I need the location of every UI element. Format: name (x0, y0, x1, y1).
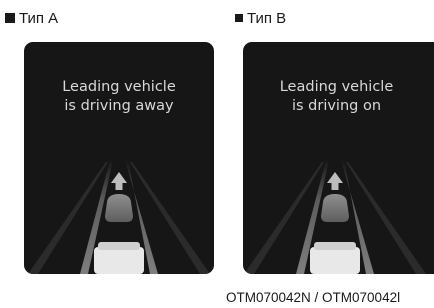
type-a-text: Тип A (19, 9, 59, 27)
square-bullet-icon (235, 14, 243, 22)
arrow-up-icon (327, 172, 343, 190)
lead-vehicle-icon (105, 194, 133, 222)
road-lanes-icon (244, 160, 426, 274)
type-b-text: Тип B (247, 9, 287, 27)
cluster-display-type-a: Leading vehicle is driving away (24, 42, 214, 274)
road-lanes-icon (28, 160, 210, 274)
ego-vehicle-icon (310, 247, 360, 274)
square-bullet-icon (5, 13, 15, 23)
arrow-up-icon (111, 172, 127, 190)
cluster-display-type-b: Leading vehicle is driving on (243, 42, 434, 274)
ego-vehicle-icon (94, 247, 144, 274)
type-a-label: Тип A (5, 9, 58, 27)
type-b-label: Тип B (235, 9, 286, 27)
lead-vehicle-icon (321, 194, 349, 222)
figure-caption: OTM070042N / OTM070042l (226, 290, 401, 305)
